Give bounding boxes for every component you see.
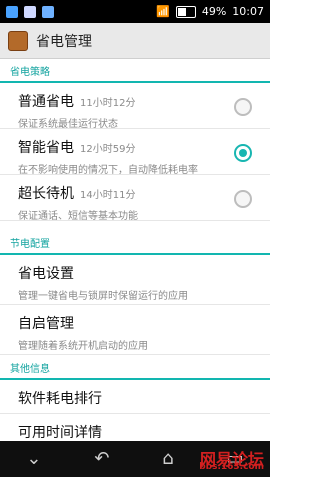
status-bar: 📶 49% 10:07	[0, 0, 270, 23]
item-subtitle: 保证通话、短信等基本功能	[18, 211, 138, 222]
strategy-item-long-standby[interactable]: 超长待机 14小时11分 保证通话、短信等基本功能	[0, 175, 270, 222]
chevron-down-icon[interactable]: ⌄	[26, 450, 41, 468]
item-title-text: 智能省电	[18, 140, 74, 156]
section-header-label: 省电策略	[10, 66, 50, 78]
item-time: 12小时59分	[80, 144, 136, 155]
radio-button-selected[interactable]	[234, 144, 252, 162]
wifi-icon: 📶	[156, 5, 170, 18]
status-right: 📶 49% 10:07	[156, 5, 264, 18]
item-title: 普通省电 11小时12分	[18, 91, 270, 111]
page-title: 省电管理	[36, 33, 92, 50]
back-icon[interactable]: ↶	[94, 450, 109, 468]
battery-manager-app-icon[interactable]	[8, 30, 28, 51]
item-time: 11小时12分	[80, 98, 136, 109]
item-title: 自启管理	[18, 316, 74, 332]
strategy-item-normal[interactable]: 普通省电 11小时12分 保证系统最佳运行状态	[0, 83, 270, 130]
action-bar: 省电管理	[0, 23, 270, 59]
item-title-text: 超长待机	[18, 186, 74, 202]
section-header-strategy: 省电策略	[0, 59, 270, 83]
section-header-other: 其他信息	[0, 356, 270, 380]
item-title: 软件耗电排行	[18, 391, 102, 407]
item-subtitle: 管理一键省电与锁屏时保留运行的应用	[18, 291, 188, 302]
status-left	[6, 5, 54, 18]
section-header-label: 节电配置	[10, 238, 50, 250]
radio-button[interactable]	[234, 190, 252, 208]
home-icon[interactable]: ⌂	[162, 450, 173, 468]
other-item-usage-ranking[interactable]: 软件耗电排行	[0, 380, 270, 414]
item-time: 14小时11分	[80, 190, 136, 201]
notification-icon-3	[42, 5, 54, 18]
battery-icon	[175, 5, 196, 18]
notification-icon-2	[24, 5, 36, 18]
section-header-label: 其他信息	[10, 363, 50, 375]
item-title: 超长待机 14小时11分	[18, 183, 270, 203]
clock: 10:07	[232, 5, 264, 18]
strategy-item-smart[interactable]: 智能省电 12小时59分 在不影响使用的情况下，自动降低耗电率	[0, 129, 270, 176]
item-title: 可用时间详情	[18, 425, 102, 441]
radio-button[interactable]	[234, 98, 252, 116]
battery-percent: 49%	[201, 5, 227, 18]
config-item-power-settings[interactable]: 省电设置 管理一键省电与锁屏时保留运行的应用	[0, 255, 270, 305]
config-item-autostart[interactable]: 自启管理 管理随着系统开机启动的应用	[0, 305, 270, 355]
item-title-text: 普通省电	[18, 94, 74, 110]
watermark-sub: bbs.163.com	[199, 462, 264, 472]
item-title: 智能省电 12小时59分	[18, 137, 270, 157]
section-header-config: 节电配置	[0, 231, 270, 255]
item-title: 省电设置	[18, 266, 74, 282]
notification-icon-1	[6, 5, 18, 18]
item-subtitle: 在不影响使用的情况下，自动降低耗电率	[18, 165, 198, 176]
item-subtitle: 保证系统最佳运行状态	[18, 119, 118, 130]
item-subtitle: 管理随着系统开机启动的应用	[18, 341, 148, 352]
watermark-subtext: bbs.163.com	[199, 462, 264, 472]
